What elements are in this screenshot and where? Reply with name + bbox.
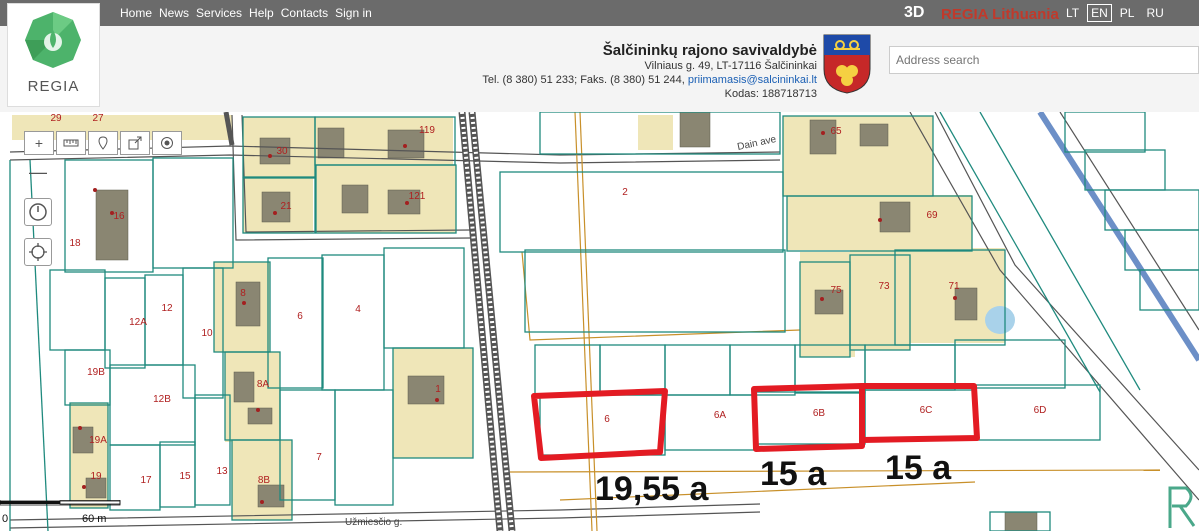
parcel-label[interactable]: 10 [201,328,213,339]
scale-zero: 0 [2,513,8,525]
parcel-label[interactable]: 30 [276,146,288,157]
area-label-6: 19,55 a [595,470,710,508]
parcel-label[interactable]: 8 [240,288,246,299]
3d-toggle[interactable]: 3D [904,4,924,22]
lang-pl[interactable]: PL [1116,4,1139,22]
regia-logo-icon [25,12,81,68]
parcel-label[interactable]: 119 [419,125,435,136]
parcel-label[interactable]: 8B [258,475,271,486]
parcel-label[interactable]: 12A [129,317,147,328]
highlighted-parcels [531,383,980,461]
parcel-label[interactable]: 19A [89,435,107,446]
map-canvas[interactable]: 29 27 119 30 65 121 21 2 69 16 18 12 4 6… [0,112,1199,531]
top-bar: Home News Services Help Contacts Sign in… [0,0,1199,26]
parcel-label[interactable]: 65 [830,126,842,137]
regia-logo[interactable]: REGIA [7,3,100,107]
regia-lithuania-link[interactable]: REGIA Lithuania [941,6,1059,23]
parcel-label[interactable]: 6 [297,311,303,322]
lang-lt[interactable]: LT [1062,4,1083,22]
roads [9,112,1199,529]
parcel-label[interactable]: 6B [813,408,826,419]
street-label: Dain ave [736,134,777,153]
parcel-label[interactable]: 6A [714,410,727,421]
area-label-6b: 15 a [760,455,827,493]
parcel-label[interactable]: 16 [113,211,125,222]
share-icon [128,136,142,150]
parcel-label[interactable]: 7 [316,452,322,463]
parcel-label[interactable]: 73 [878,281,890,292]
parcel-lines [9,112,1199,531]
parcel-label[interactable]: 6C [920,405,933,416]
plus-icon: + [34,135,44,151]
parcel-label[interactable]: 19 [90,471,102,482]
municipality-phone: Tel. (8 380) 51 233; Faks. (8 380) 51 24… [482,74,688,86]
marker-button[interactable] [88,131,118,155]
address-search-input[interactable] [889,46,1199,74]
gps-button[interactable] [24,238,52,266]
nav-home[interactable]: Home [120,6,152,20]
share-button[interactable] [120,131,150,155]
nav-news[interactable]: News [159,6,189,20]
parcel-label[interactable]: 13 [216,466,228,477]
parcel-label[interactable]: 8A [257,379,270,390]
cadastral-map[interactable]: 29 27 119 30 65 121 21 2 69 16 18 12 4 6… [0,112,1199,531]
map-scale: 0 60 m [0,500,121,525]
locate-button[interactable] [152,131,182,155]
scale-max: 60 m [82,513,106,525]
municipality-info: Šalčininkų rajono savivaldybė Vilniaus g… [482,42,817,101]
parcel-label[interactable]: 69 [926,210,938,221]
nav-sign-in[interactable]: Sign in [335,6,372,20]
nav-help[interactable]: Help [249,6,274,20]
parcel-label[interactable]: 27 [92,113,104,124]
parcel-label[interactable]: 75 [830,285,842,296]
parcel-label[interactable]: 15 [179,471,191,482]
parcel-label[interactable]: 6D [1034,405,1047,416]
pond [985,306,1015,334]
main-nav: Home News Services Help Contacts Sign in [120,6,372,20]
language-switcher: LT EN PL RU [1062,4,1168,22]
nav-contacts[interactable]: Contacts [281,6,328,20]
parcel-label[interactable]: 17 [140,475,152,486]
zoom-out-button[interactable]: — [24,158,52,186]
parcel-label[interactable]: 29 [50,113,62,124]
lang-ru[interactable]: RU [1142,4,1167,22]
municipality-name: Šalčininkų rajono savivaldybė [602,42,817,59]
crosshair-icon [29,243,47,261]
map-pin-icon [98,136,108,150]
municipality-address: Vilniaus g. 49, LT-17116 Šalčininkai [644,60,817,72]
coat-of-arms-icon [823,34,871,94]
parcel-label[interactable]: 12 [161,303,173,314]
nav-services[interactable]: Services [196,6,242,20]
parcel-label[interactable]: 6 [604,414,610,425]
parcel-label[interactable]: 121 [409,191,426,202]
regia-watermark-icon [1168,486,1196,528]
area-labels: 19,55 a 15 a 15 a [595,449,952,508]
parcel-label[interactable]: 1 [435,384,441,395]
measure-button[interactable] [56,131,86,155]
regia-logo-text: REGIA [27,78,80,95]
parcel-label[interactable]: 71 [948,281,960,292]
parcel-label[interactable]: 19B [87,367,105,378]
street-label: Užmiesčio g. [345,517,402,528]
parcel-label[interactable]: 4 [355,304,361,315]
target-icon [161,137,173,149]
lang-en[interactable]: EN [1087,4,1112,22]
clock-icon [29,203,47,221]
parcel-label[interactable]: 18 [69,238,81,249]
ruler-icon [63,139,79,147]
area-label-6c: 15 a [885,449,952,487]
map-toolbar: + [24,131,182,155]
parcel-label[interactable]: 12B [153,394,171,405]
history-button[interactable] [24,198,52,226]
zoom-in-button[interactable]: + [24,131,54,155]
municipality-contacts: Tel. (8 380) 51 233; Faks. (8 380) 51 24… [482,73,817,87]
parcel-label[interactable]: 2 [622,187,628,198]
municipality-email[interactable]: priimamasis@salcininkai.lt [688,74,817,86]
municipality-code: Kodas: 188718713 [724,88,817,100]
minus-icon: — [29,161,47,182]
parcel-label[interactable]: 21 [280,201,292,212]
